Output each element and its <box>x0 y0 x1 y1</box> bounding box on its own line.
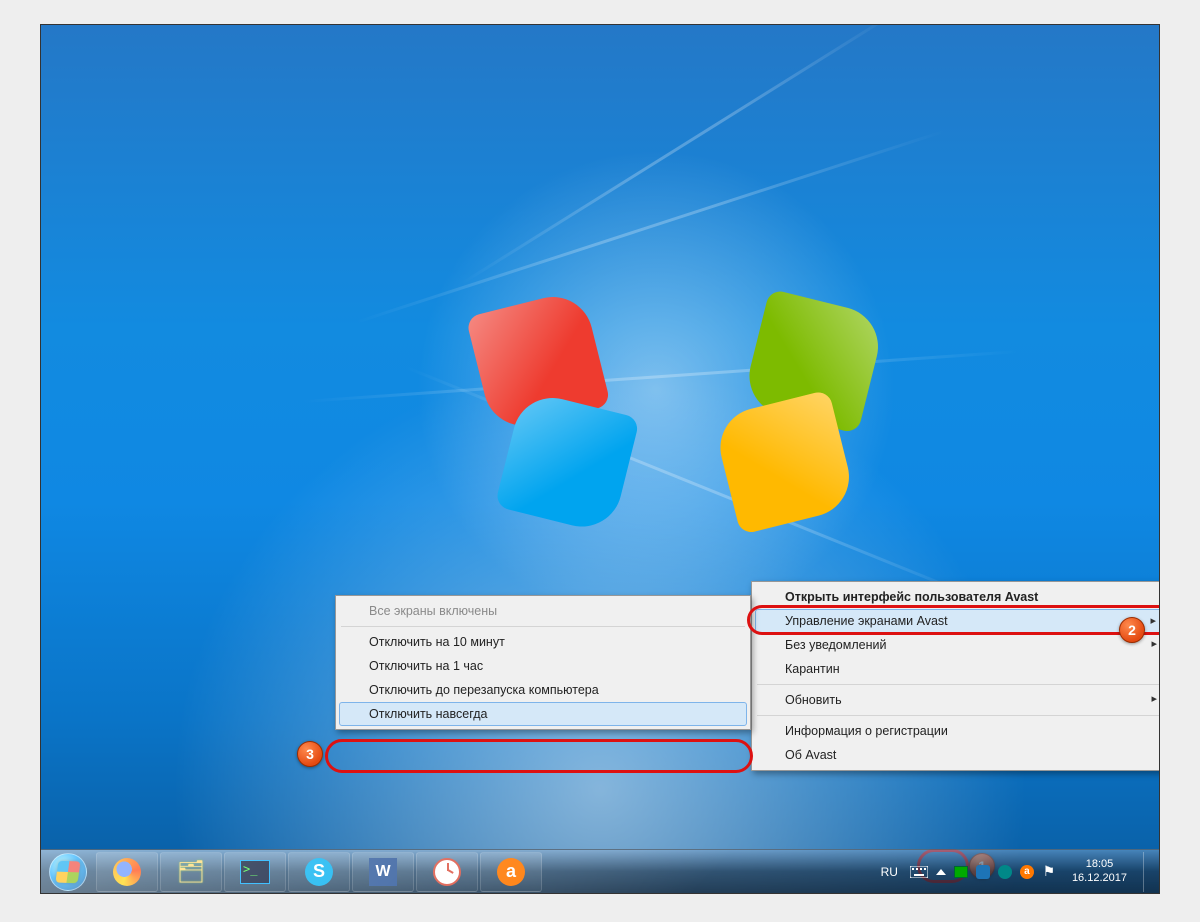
menu-open-ui[interactable]: Открыть интерфейс пользователя Avast <box>755 585 1160 609</box>
windows-logo-icon <box>471 275 751 555</box>
shields-submenu: Все экраны включены Отключить на 10 мину… <box>335 595 751 730</box>
submenu-header-all-enabled: Все экраны включены <box>339 599 747 623</box>
menu-silent-mode[interactable]: Без уведомлений <box>755 633 1160 657</box>
submenu-disable-10min[interactable]: Отключить на 10 минут <box>339 630 747 654</box>
menu-registration-info[interactable]: Информация о регистрации <box>755 719 1160 743</box>
menu-update[interactable]: Обновить <box>755 688 1160 712</box>
screenshot-frame: Открыть интерфейс пользователя Avast Упр… <box>40 24 1160 894</box>
annotation-badge-3: 3 <box>297 741 323 767</box>
tray-flag-icon[interactable] <box>954 866 968 878</box>
annotation-badge-2: 2 <box>1119 617 1145 643</box>
taskbar: 🗂 >_ S W a RU a ⚑ 18:05 16.12.2017 <box>41 849 1159 893</box>
menu-separator <box>757 715 1160 716</box>
menu-separator <box>757 684 1160 685</box>
system-tray: RU a ⚑ 18:05 16.12.2017 <box>871 852 1159 892</box>
submenu-disable-forever[interactable]: Отключить навсегда <box>339 702 747 726</box>
menu-separator <box>341 626 745 627</box>
submenu-disable-1hour[interactable]: Отключить на 1 час <box>339 654 747 678</box>
avast-tray-context-menu: Открыть интерфейс пользователя Avast Упр… <box>751 581 1160 771</box>
menu-quarantine[interactable]: Карантин <box>755 657 1160 681</box>
submenu-disable-until-restart[interactable]: Отключить до перезапуска компьютера <box>339 678 747 702</box>
menu-about[interactable]: Об Avast <box>755 743 1160 767</box>
menu-shields-control[interactable]: Управление экранами Avast <box>755 609 1160 633</box>
